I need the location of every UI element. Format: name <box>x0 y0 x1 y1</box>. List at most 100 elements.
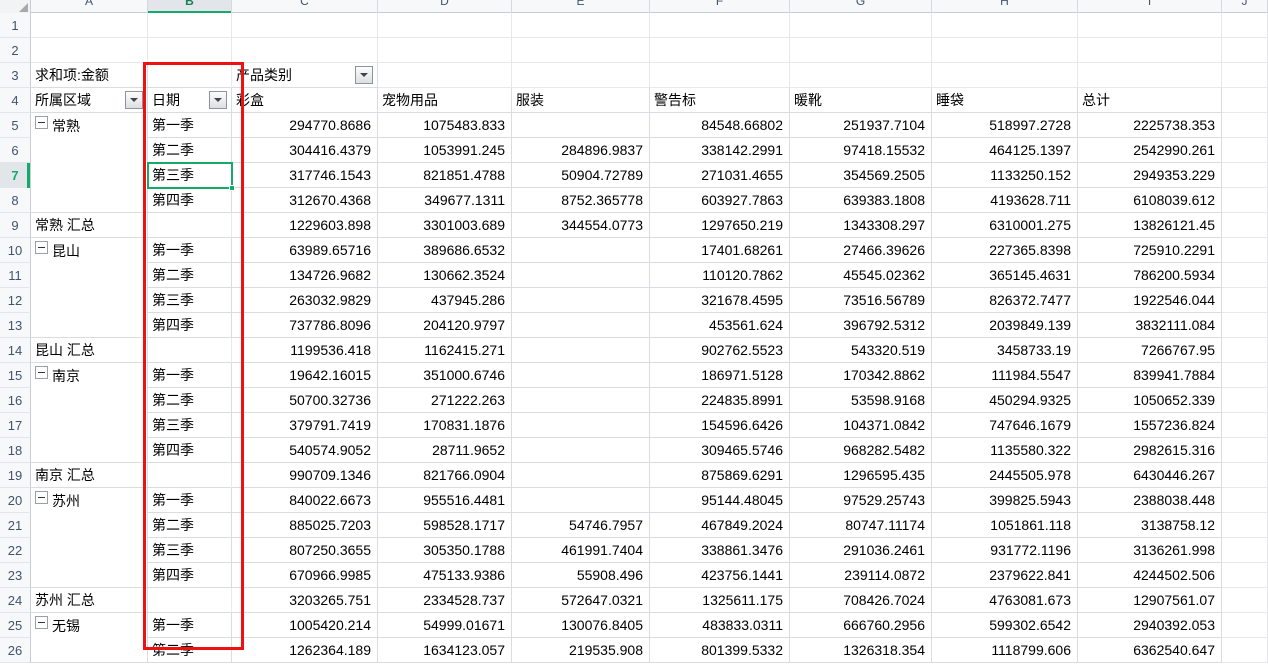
subtotal-label-19[interactable]: 南京 汇总 <box>31 463 148 488</box>
value-cell-r20c7[interactable]: 399825.5943 <box>932 488 1078 513</box>
empty-cell-r4c9[interactable] <box>1222 88 1268 113</box>
value-cell-r8c2[interactable]: 312670.4368 <box>232 188 378 213</box>
value-cell-r10c2[interactable]: 63989.65716 <box>232 238 378 263</box>
value-cell-r13c8[interactable]: 3832111.084 <box>1078 313 1222 338</box>
empty-cell-r2c3[interactable] <box>378 38 512 63</box>
value-cell-r18c3[interactable]: 28711.9652 <box>378 438 512 463</box>
value-cell-r25c3[interactable]: 54999.01671 <box>378 613 512 638</box>
value-cell-r24c7[interactable]: 4763081.673 <box>932 588 1078 613</box>
value-cell-r26c2[interactable]: 1262364.189 <box>232 638 378 663</box>
value-cell-r18c4[interactable] <box>512 438 650 463</box>
quarter-cell-10[interactable]: 第一季 <box>148 238 232 263</box>
empty-cell-r7c9[interactable] <box>1222 163 1268 188</box>
quarter-cell-12[interactable]: 第三季 <box>148 288 232 313</box>
row-header-8[interactable]: 8 <box>0 188 31 213</box>
empty-cell-r13c9[interactable] <box>1222 313 1268 338</box>
value-cell-r20c4[interactable] <box>512 488 650 513</box>
row-header-24[interactable]: 24 <box>0 588 31 613</box>
column-header-cell-3[interactable]: 宠物用品 <box>378 88 512 113</box>
value-cell-r26c4[interactable]: 219535.908 <box>512 638 650 663</box>
empty-cell-r2c5[interactable] <box>650 38 790 63</box>
value-cell-r12c4[interactable] <box>512 288 650 313</box>
value-cell-r8c7[interactable]: 4193628.711 <box>932 188 1078 213</box>
value-cell-r18c7[interactable]: 1135580.322 <box>932 438 1078 463</box>
value-cell-r15c6[interactable]: 170342.8862 <box>790 363 932 388</box>
column-header-cell-7[interactable]: 睡袋 <box>932 88 1078 113</box>
empty-cell-r10c9[interactable] <box>1222 238 1268 263</box>
value-cell-r25c5[interactable]: 483833.0311 <box>650 613 790 638</box>
empty-cell-r3c9[interactable] <box>1222 63 1268 88</box>
value-cell-r7c3[interactable]: 821851.4788 <box>378 163 512 188</box>
value-cell-r7c4[interactable]: 50904.72789 <box>512 163 650 188</box>
quarter-cell-9[interactable] <box>148 213 232 238</box>
column-header-cell-5[interactable]: 警告标 <box>650 88 790 113</box>
value-cell-r10c4[interactable] <box>512 238 650 263</box>
empty-cell-r26c9[interactable] <box>1222 638 1268 663</box>
value-cell-r18c5[interactable]: 309465.5746 <box>650 438 790 463</box>
empty-cell-r1c4[interactable] <box>512 13 650 38</box>
empty-cell-r1c8[interactable] <box>1078 13 1222 38</box>
value-cell-r24c8[interactable]: 12907561.07 <box>1078 588 1222 613</box>
value-cell-r24c2[interactable]: 3203265.751 <box>232 588 378 613</box>
value-cell-r13c6[interactable]: 396792.5312 <box>790 313 932 338</box>
quarter-cell-7[interactable]: 第三季 <box>148 163 232 188</box>
value-cell-r7c7[interactable]: 1133250.152 <box>932 163 1078 188</box>
value-cell-r26c6[interactable]: 1326318.354 <box>790 638 932 663</box>
value-cell-r10c6[interactable]: 27466.39626 <box>790 238 932 263</box>
value-cell-r9c7[interactable]: 6310001.275 <box>932 213 1078 238</box>
value-cell-r5c5[interactable]: 84548.66802 <box>650 113 790 138</box>
value-cell-r9c8[interactable]: 13826121.45 <box>1078 213 1222 238</box>
value-cell-r16c8[interactable]: 1050652.339 <box>1078 388 1222 413</box>
value-cell-r21c8[interactable]: 3138758.12 <box>1078 513 1222 538</box>
row-header-22[interactable]: 22 <box>0 538 31 563</box>
quarter-cell-11[interactable]: 第二季 <box>148 263 232 288</box>
spreadsheet-canvas[interactable]: ABCDEFGHIJ 1 2 3 4 5 6 7 8 9 10 11 12 13 14 15 16 17 18 19… <box>0 0 1268 668</box>
value-cell-r13c2[interactable]: 737786.8096 <box>232 313 378 338</box>
value-cell-r21c2[interactable]: 885025.7203 <box>232 513 378 538</box>
row-header-23[interactable]: 23 <box>0 563 31 588</box>
value-cell-r5c6[interactable]: 251937.7104 <box>790 113 932 138</box>
row-header-12[interactable]: 12 <box>0 288 31 313</box>
row-header-25[interactable]: 25 <box>0 613 31 638</box>
value-cell-r11c5[interactable]: 110120.7862 <box>650 263 790 288</box>
empty-cell-r2c8[interactable] <box>1078 38 1222 63</box>
value-cell-r17c2[interactable]: 379791.7419 <box>232 413 378 438</box>
empty-cell-r2c0[interactable] <box>31 38 148 63</box>
value-cell-r15c8[interactable]: 839941.7884 <box>1078 363 1222 388</box>
value-cell-r11c3[interactable]: 130662.3524 <box>378 263 512 288</box>
value-cell-r21c5[interactable]: 467849.2024 <box>650 513 790 538</box>
value-cell-r5c2[interactable]: 294770.8686 <box>232 113 378 138</box>
row-header-14[interactable]: 14 <box>0 338 31 363</box>
empty-cell-r3c6[interactable] <box>790 63 932 88</box>
quarter-cell-23[interactable]: 第四季 <box>148 563 232 588</box>
empty-cell-r3c5[interactable] <box>650 63 790 88</box>
quarter-cell-8[interactable]: 第四季 <box>148 188 232 213</box>
row-header-9[interactable]: 9 <box>0 213 31 238</box>
value-cell-r21c3[interactable]: 598528.1717 <box>378 513 512 538</box>
column-header-f[interactable]: F <box>650 0 790 13</box>
value-cell-r11c4[interactable] <box>512 263 650 288</box>
quarter-cell-19[interactable] <box>148 463 232 488</box>
empty-cell-r22c9[interactable] <box>1222 538 1268 563</box>
value-cell-r25c6[interactable]: 666760.2956 <box>790 613 932 638</box>
region-group-cell-5[interactable]: 常熟 <box>31 113 148 213</box>
column-header-i[interactable]: I <box>1078 0 1222 13</box>
value-cell-r19c4[interactable] <box>512 463 650 488</box>
empty-cell-r8c9[interactable] <box>1222 188 1268 213</box>
value-cell-r18c8[interactable]: 2982615.316 <box>1078 438 1222 463</box>
value-cell-r6c7[interactable]: 464125.1397 <box>932 138 1078 163</box>
empty-cell-r2c9[interactable] <box>1222 38 1268 63</box>
empty-cell-r20c9[interactable] <box>1222 488 1268 513</box>
value-cell-r11c2[interactable]: 134726.9682 <box>232 263 378 288</box>
value-cell-r13c3[interactable]: 204120.9797 <box>378 313 512 338</box>
value-cell-r19c2[interactable]: 990709.1346 <box>232 463 378 488</box>
column-header-cell-6[interactable]: 暖靴 <box>790 88 932 113</box>
empty-cell-r18c9[interactable] <box>1222 438 1268 463</box>
value-cell-r16c5[interactable]: 224835.8991 <box>650 388 790 413</box>
value-cell-r21c6[interactable]: 80747.11174 <box>790 513 932 538</box>
value-cell-r14c5[interactable]: 902762.5523 <box>650 338 790 363</box>
row-header-1[interactable]: 1 <box>0 13 31 38</box>
value-cell-r14c6[interactable]: 543320.519 <box>790 338 932 363</box>
value-cell-r14c7[interactable]: 3458733.19 <box>932 338 1078 363</box>
empty-cell-r2c7[interactable] <box>932 38 1078 63</box>
